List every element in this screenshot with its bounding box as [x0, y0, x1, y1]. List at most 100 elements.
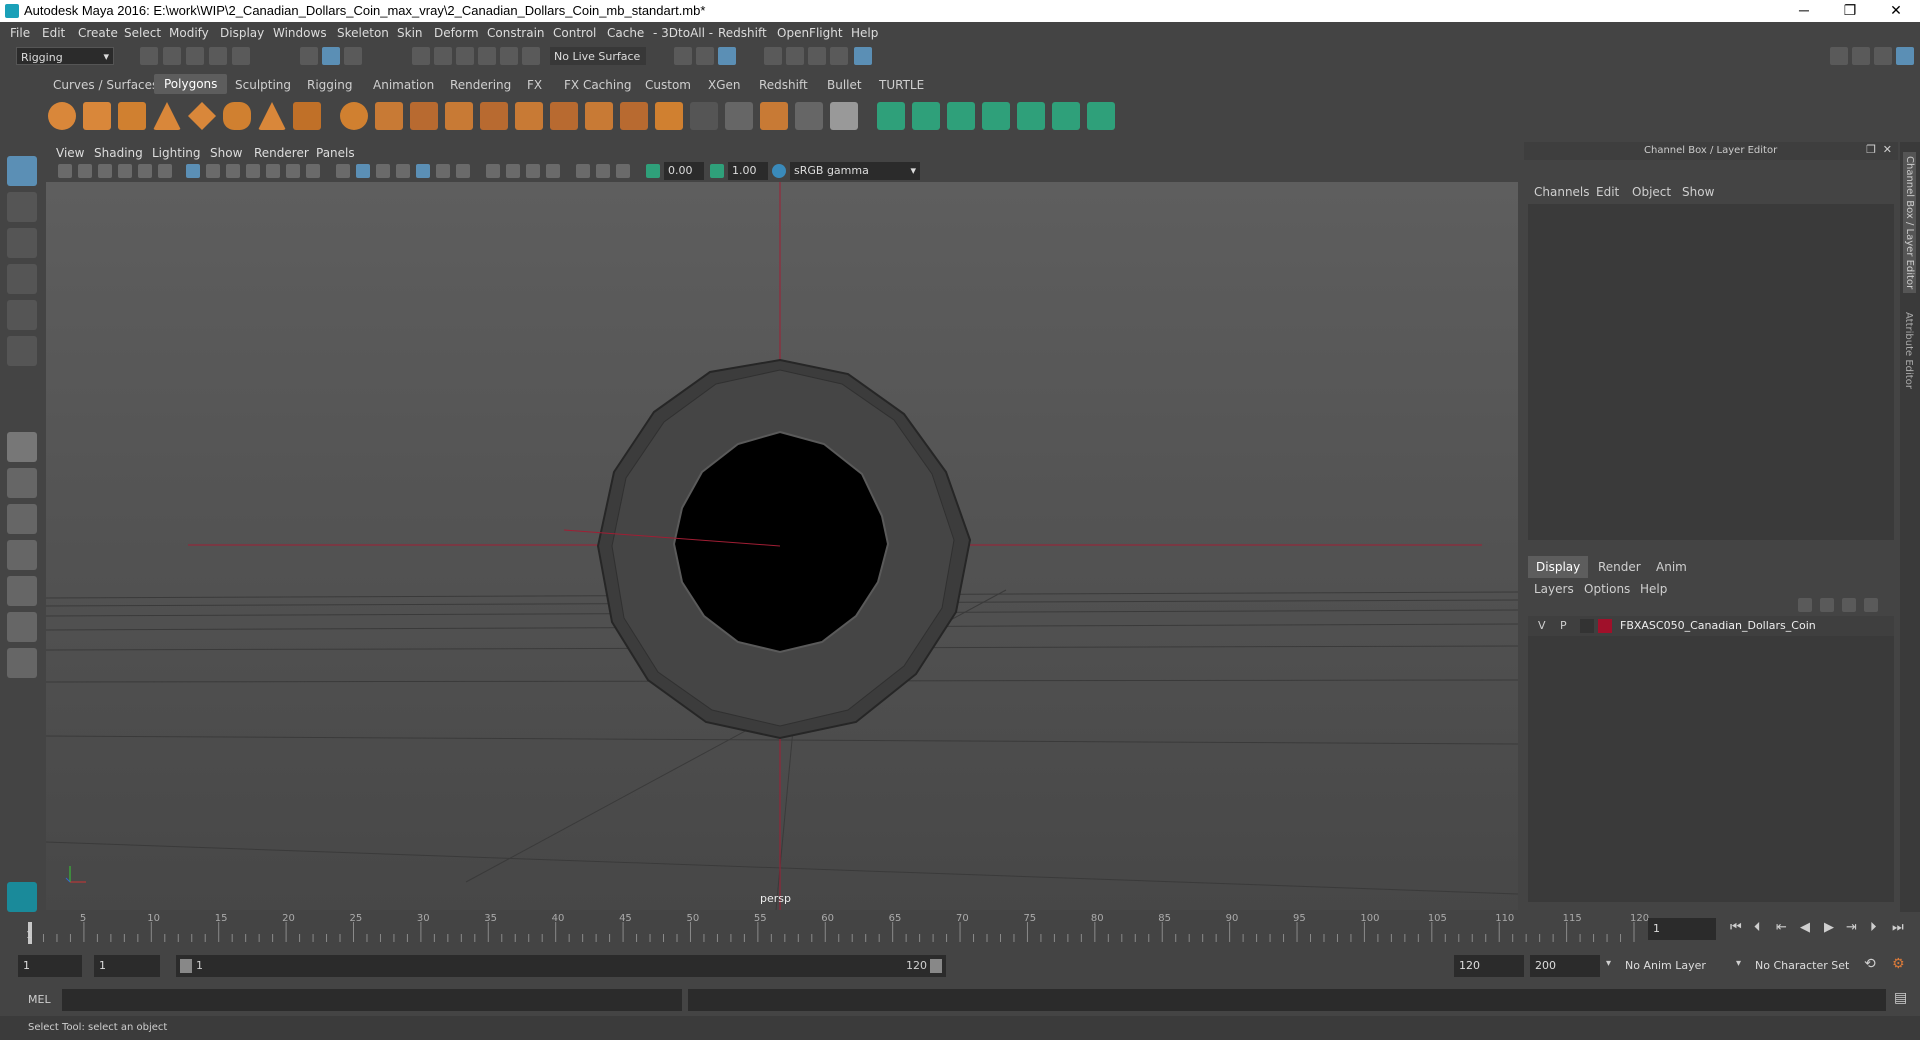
menu-openflight[interactable]: OpenFlight [777, 26, 843, 40]
shelf-tab-rigging[interactable]: Rigging [307, 78, 352, 92]
color-management-icon[interactable] [772, 164, 786, 178]
shelf-tab-animation[interactable]: Animation [373, 78, 434, 92]
select-by-hierarchy-icon[interactable] [300, 47, 318, 65]
xray-joints-icon[interactable] [596, 164, 610, 178]
character-set-dropdown[interactable]: No Character Set [1750, 955, 1862, 977]
layer-playback-toggle[interactable]: P [1560, 619, 1567, 632]
command-input[interactable] [62, 989, 682, 1011]
play-forwards-icon[interactable]: ▶ [1824, 920, 1834, 935]
uv-unfold-icon[interactable] [1087, 102, 1115, 130]
shelf-tab-xgen[interactable]: XGen [708, 78, 741, 92]
restore-button[interactable]: ❐ [1830, 0, 1870, 22]
menu-control[interactable]: Control [553, 26, 596, 40]
select-camera-icon[interactable] [58, 164, 72, 178]
bridge-icon[interactable] [480, 102, 508, 130]
grease-pencil-icon[interactable] [158, 164, 172, 178]
rotate-tool-icon[interactable] [7, 300, 37, 330]
checker-icon[interactable] [830, 102, 858, 130]
poly-torus-icon[interactable] [223, 102, 251, 130]
close-button[interactable]: ✕ [1876, 0, 1916, 22]
menu-file[interactable]: File [10, 26, 30, 40]
backface-culling-icon[interactable] [616, 164, 630, 178]
image-plane-icon[interactable] [118, 164, 132, 178]
motion-blur-icon[interactable] [486, 164, 500, 178]
move-layer-down-icon[interactable] [1820, 598, 1834, 612]
grid-icon[interactable] [186, 164, 200, 178]
symmetry-icon[interactable] [522, 47, 540, 65]
layer-visibility-toggle[interactable]: V [1538, 619, 1546, 632]
menu-deform[interactable]: Deform [434, 26, 479, 40]
smooth-icon[interactable] [410, 102, 438, 130]
bevel-icon[interactable] [585, 102, 613, 130]
options-menu[interactable]: Options [1584, 582, 1630, 596]
redo-icon[interactable] [232, 47, 250, 65]
poly-cone-icon[interactable] [153, 102, 181, 130]
select-by-object-icon[interactable] [322, 47, 340, 65]
perspective-viewport[interactable]: persp [46, 182, 1518, 910]
combine-icon[interactable] [340, 102, 368, 130]
uv-editor-icon[interactable] [1017, 102, 1045, 130]
panel-menu-lighting[interactable]: Lighting [152, 146, 201, 160]
safe-title-icon[interactable] [306, 164, 320, 178]
isolate-select-icon[interactable] [546, 164, 560, 178]
live-surface-field[interactable]: No Live Surface [550, 47, 646, 65]
menu-display[interactable]: Display [220, 26, 264, 40]
range-slider[interactable]: 1 120 [176, 955, 946, 977]
chevron-down-icon[interactable]: ▾ [1736, 958, 1741, 969]
shelf-tab-bullet[interactable]: Bullet [827, 78, 862, 92]
undo-icon[interactable] [209, 47, 227, 65]
panel-menu-show[interactable]: Show [210, 146, 242, 160]
2d-pan-zoom-icon[interactable] [138, 164, 152, 178]
wireframe-on-shaded-icon[interactable] [376, 164, 390, 178]
mirror-icon[interactable] [690, 102, 718, 130]
camera-attributes-icon[interactable] [78, 164, 92, 178]
color-space-dropdown[interactable]: sRGB gamma ▾ [790, 162, 920, 180]
snap-grid-icon[interactable] [412, 47, 430, 65]
menu-3dtoall[interactable]: - 3DtoAll - [653, 26, 713, 40]
layer-tab-render[interactable]: Render [1598, 560, 1641, 574]
menu-skin[interactable]: Skin [397, 26, 423, 40]
two-panes-layout-icon[interactable] [7, 504, 37, 534]
gamma-icon[interactable] [710, 164, 724, 178]
gate-mask-icon[interactable] [246, 164, 260, 178]
bookmark-icon[interactable] [98, 164, 112, 178]
go-to-end-icon[interactable]: ⏭ [1892, 920, 1904, 935]
layers-menu[interactable]: Layers [1534, 582, 1574, 596]
scale-tool-icon[interactable] [7, 336, 37, 366]
shadows-icon[interactable] [436, 164, 450, 178]
mel-label[interactable]: MEL [28, 993, 51, 1006]
poly-cube-icon[interactable] [83, 102, 111, 130]
playback-end-field[interactable]: 120 [1454, 955, 1524, 977]
menu-select[interactable]: Select [124, 26, 161, 40]
layer-name[interactable]: FBXASC050_Canadian_Dollars_Coin [1620, 619, 1816, 632]
menu-create[interactable]: Create [78, 26, 118, 40]
bounding-box-icon[interactable] [795, 102, 823, 130]
ipr-render-icon[interactable] [808, 47, 826, 65]
go-to-start-icon[interactable]: ⏮ [1730, 920, 1742, 935]
move-tool-icon[interactable] [7, 264, 37, 294]
animation-end-field[interactable]: 200 [1530, 955, 1600, 977]
toggle-channel-box-icon[interactable] [1896, 47, 1914, 65]
channel-box-area[interactable] [1528, 204, 1894, 540]
shelf-tab-turtle[interactable]: TURTLE [879, 78, 924, 92]
poly-pyramid-icon[interactable] [258, 102, 286, 130]
toggle-attribute-editor-icon[interactable] [1852, 47, 1870, 65]
menu-help[interactable]: Help [851, 26, 878, 40]
chevron-down-icon[interactable]: ▾ [1606, 958, 1611, 969]
target-weld-icon[interactable] [620, 102, 648, 130]
workspace-icon[interactable] [1830, 47, 1848, 65]
center-pivot-icon[interactable] [725, 102, 753, 130]
paint-select-tool-icon[interactable] [7, 228, 37, 258]
screen-space-ao-icon[interactable] [456, 164, 470, 178]
range-end-handle[interactable] [930, 959, 942, 973]
panel-menu-renderer[interactable]: Renderer [254, 146, 309, 160]
panel-menu-shading[interactable]: Shading [94, 146, 143, 160]
script-editor-icon[interactable]: ▤ [1894, 990, 1907, 1006]
shelf-tab-rendering[interactable]: Rendering [450, 78, 511, 92]
shelf-tab-fx-caching[interactable]: FX Caching [564, 78, 631, 92]
menu-cache[interactable]: Cache [607, 26, 644, 40]
object-menu[interactable]: Object [1632, 185, 1671, 199]
safe-action-icon[interactable] [286, 164, 300, 178]
step-forward-key-icon[interactable]: ⇥ [1846, 920, 1857, 935]
layer-color-swatch[interactable] [1598, 619, 1612, 633]
